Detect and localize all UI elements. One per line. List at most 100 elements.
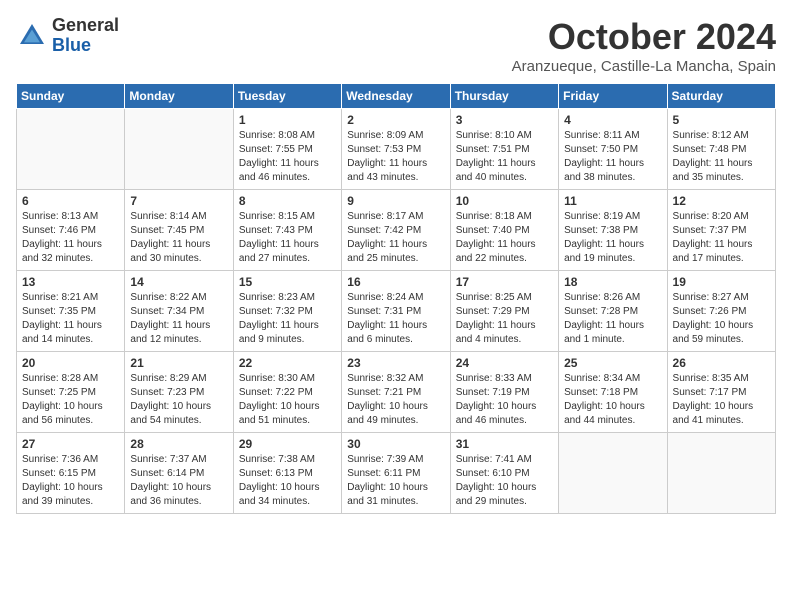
cell-content: Sunrise: 8:20 AMSunset: 7:37 PMDaylight:… bbox=[673, 210, 770, 266]
sunset-text: Sunset: 7:28 PM bbox=[564, 305, 661, 319]
calendar-cell: 20 Sunrise: 8:28 AMSunset: 7:25 PMDayligh… bbox=[17, 352, 125, 433]
day-number: 18 bbox=[564, 275, 661, 289]
location: Aranzueque, Castille-La Mancha, Spain bbox=[512, 58, 776, 75]
daylight-text: Daylight: 11 hours and 4 minutes. bbox=[456, 319, 553, 347]
sunset-text: Sunset: 7:38 PM bbox=[564, 224, 661, 238]
cell-content: Sunrise: 8:28 AMSunset: 7:25 PMDaylight:… bbox=[22, 372, 119, 428]
daylight-text: Daylight: 11 hours and 22 minutes. bbox=[456, 238, 553, 266]
daylight-text: Daylight: 10 hours and 51 minutes. bbox=[239, 400, 336, 428]
day-header-sunday: Sunday bbox=[17, 84, 125, 109]
day-number: 9 bbox=[347, 194, 444, 208]
cell-content: Sunrise: 7:39 AMSunset: 6:11 PMDaylight:… bbox=[347, 453, 444, 509]
cell-content: Sunrise: 8:10 AMSunset: 7:51 PMDaylight:… bbox=[456, 129, 553, 185]
day-number: 29 bbox=[239, 437, 336, 451]
daylight-text: Daylight: 11 hours and 35 minutes. bbox=[673, 157, 770, 185]
sunrise-text: Sunrise: 8:12 AM bbox=[673, 129, 770, 143]
calendar-week-row: 20 Sunrise: 8:28 AMSunset: 7:25 PMDayligh… bbox=[17, 352, 776, 433]
sunset-text: Sunset: 7:34 PM bbox=[130, 305, 227, 319]
daylight-text: Daylight: 10 hours and 31 minutes. bbox=[347, 481, 444, 509]
cell-content: Sunrise: 8:34 AMSunset: 7:18 PMDaylight:… bbox=[564, 372, 661, 428]
cell-content: Sunrise: 8:27 AMSunset: 7:26 PMDaylight:… bbox=[673, 291, 770, 347]
day-number: 14 bbox=[130, 275, 227, 289]
sunset-text: Sunset: 7:18 PM bbox=[564, 386, 661, 400]
calendar-cell: 21Sunrise: 8:29 AMSunset: 7:23 PMDayligh… bbox=[125, 352, 233, 433]
cell-content: Sunrise: 8:25 AMSunset: 7:29 PMDaylight:… bbox=[456, 291, 553, 347]
cell-content: Sunrise: 8:23 AMSunset: 7:32 PMDaylight:… bbox=[239, 291, 336, 347]
daylight-text: Daylight: 11 hours and 6 minutes. bbox=[347, 319, 444, 347]
daylight-text: Daylight: 11 hours and 43 minutes. bbox=[347, 157, 444, 185]
calendar-cell: 29 Sunrise: 7:38 AMSunset: 6:13 PMDayligh… bbox=[233, 433, 341, 514]
calendar-cell: 25Sunrise: 8:34 AMSunset: 7:18 PMDayligh… bbox=[559, 352, 667, 433]
day-number: 7 bbox=[130, 194, 227, 208]
sunset-text: Sunset: 7:53 PM bbox=[347, 143, 444, 157]
sunrise-text: Sunrise: 7:41 AM bbox=[456, 453, 553, 467]
daylight-text: Daylight: 11 hours and 27 minutes. bbox=[239, 238, 336, 266]
cell-content: Sunrise: 8:19 AMSunset: 7:38 PMDaylight:… bbox=[564, 210, 661, 266]
calendar-cell: 26Sunrise: 8:35 AMSunset: 7:17 PMDayligh… bbox=[667, 352, 775, 433]
daylight-text: Daylight: 11 hours and 19 minutes. bbox=[564, 238, 661, 266]
cell-content: Sunrise: 8:21 AMSunset: 7:35 PMDaylight:… bbox=[22, 291, 119, 347]
calendar-cell: 18 Sunrise: 8:26 AMSunset: 7:28 PMDayligh… bbox=[559, 271, 667, 352]
day-header-thursday: Thursday bbox=[450, 84, 558, 109]
cell-content: Sunrise: 8:24 AMSunset: 7:31 PMDaylight:… bbox=[347, 291, 444, 347]
daylight-text: Daylight: 10 hours and 54 minutes. bbox=[130, 400, 227, 428]
sunrise-text: Sunrise: 8:32 AM bbox=[347, 372, 444, 386]
cell-content: Sunrise: 8:32 AMSunset: 7:21 PMDaylight:… bbox=[347, 372, 444, 428]
sunset-text: Sunset: 6:14 PM bbox=[130, 467, 227, 481]
day-header-wednesday: Wednesday bbox=[342, 84, 450, 109]
calendar-header-row: SundayMondayTuesdayWednesdayThursdayFrid… bbox=[17, 84, 776, 109]
cell-content: Sunrise: 7:37 AMSunset: 6:14 PMDaylight:… bbox=[130, 453, 227, 509]
calendar-cell: 7Sunrise: 8:14 AMSunset: 7:45 PMDaylight… bbox=[125, 190, 233, 271]
sunset-text: Sunset: 6:15 PM bbox=[22, 467, 119, 481]
day-number: 12 bbox=[673, 194, 770, 208]
calendar-cell: 14 Sunrise: 8:22 AMSunset: 7:34 PMDayligh… bbox=[125, 271, 233, 352]
sunrise-text: Sunrise: 8:29 AM bbox=[130, 372, 227, 386]
cell-content: Sunrise: 8:26 AMSunset: 7:28 PMDaylight:… bbox=[564, 291, 661, 347]
sunrise-text: Sunrise: 8:33 AM bbox=[456, 372, 553, 386]
sunset-text: Sunset: 7:37 PM bbox=[673, 224, 770, 238]
calendar-week-row: 1Sunrise: 8:08 AMSunset: 7:55 PMDaylight… bbox=[17, 109, 776, 190]
sunset-text: Sunset: 6:11 PM bbox=[347, 467, 444, 481]
sunrise-text: Sunrise: 8:14 AM bbox=[130, 210, 227, 224]
sunrise-text: Sunrise: 7:38 AM bbox=[239, 453, 336, 467]
cell-content: Sunrise: 7:38 AMSunset: 6:13 PMDaylight:… bbox=[239, 453, 336, 509]
daylight-text: Daylight: 10 hours and 46 minutes. bbox=[456, 400, 553, 428]
sunrise-text: Sunrise: 8:24 AM bbox=[347, 291, 444, 305]
day-number: 22 bbox=[239, 356, 336, 370]
day-number: 26 bbox=[673, 356, 770, 370]
calendar-cell: 4Sunrise: 8:11 AMSunset: 7:50 PMDaylight… bbox=[559, 109, 667, 190]
sunrise-text: Sunrise: 8:17 AM bbox=[347, 210, 444, 224]
cell-content: Sunrise: 8:11 AMSunset: 7:50 PMDaylight:… bbox=[564, 129, 661, 185]
day-number: 30 bbox=[347, 437, 444, 451]
sunset-text: Sunset: 7:25 PM bbox=[22, 386, 119, 400]
sunset-text: Sunset: 7:50 PM bbox=[564, 143, 661, 157]
sunset-text: Sunset: 7:51 PM bbox=[456, 143, 553, 157]
sunrise-text: Sunrise: 8:27 AM bbox=[673, 291, 770, 305]
day-header-friday: Friday bbox=[559, 84, 667, 109]
daylight-text: Daylight: 10 hours and 44 minutes. bbox=[564, 400, 661, 428]
day-number: 21 bbox=[130, 356, 227, 370]
sunset-text: Sunset: 7:29 PM bbox=[456, 305, 553, 319]
page-header: General Blue October 2024 Aranzueque, Ca… bbox=[16, 16, 776, 75]
sunrise-text: Sunrise: 8:08 AM bbox=[239, 129, 336, 143]
cell-content: Sunrise: 8:17 AMSunset: 7:42 PMDaylight:… bbox=[347, 210, 444, 266]
calendar-cell bbox=[667, 433, 775, 514]
day-header-saturday: Saturday bbox=[667, 84, 775, 109]
daylight-text: Daylight: 11 hours and 40 minutes. bbox=[456, 157, 553, 185]
daylight-text: Daylight: 10 hours and 59 minutes. bbox=[673, 319, 770, 347]
calendar-cell: 28Sunrise: 7:37 AMSunset: 6:14 PMDayligh… bbox=[125, 433, 233, 514]
daylight-text: Daylight: 10 hours and 49 minutes. bbox=[347, 400, 444, 428]
day-number: 23 bbox=[347, 356, 444, 370]
daylight-text: Daylight: 10 hours and 41 minutes. bbox=[673, 400, 770, 428]
calendar-week-row: 6Sunrise: 8:13 AMSunset: 7:46 PMDaylight… bbox=[17, 190, 776, 271]
calendar-cell: 8Sunrise: 8:15 AMSunset: 7:43 PMDaylight… bbox=[233, 190, 341, 271]
cell-content: Sunrise: 8:22 AMSunset: 7:34 PMDaylight:… bbox=[130, 291, 227, 347]
day-number: 16 bbox=[347, 275, 444, 289]
day-number: 15 bbox=[239, 275, 336, 289]
day-number: 20 bbox=[22, 356, 119, 370]
calendar-cell: 9 Sunrise: 8:17 AMSunset: 7:42 PMDaylight… bbox=[342, 190, 450, 271]
daylight-text: Daylight: 11 hours and 12 minutes. bbox=[130, 319, 227, 347]
sunrise-text: Sunrise: 7:36 AM bbox=[22, 453, 119, 467]
cell-content: Sunrise: 7:41 AMSunset: 6:10 PMDaylight:… bbox=[456, 453, 553, 509]
day-number: 1 bbox=[239, 113, 336, 127]
